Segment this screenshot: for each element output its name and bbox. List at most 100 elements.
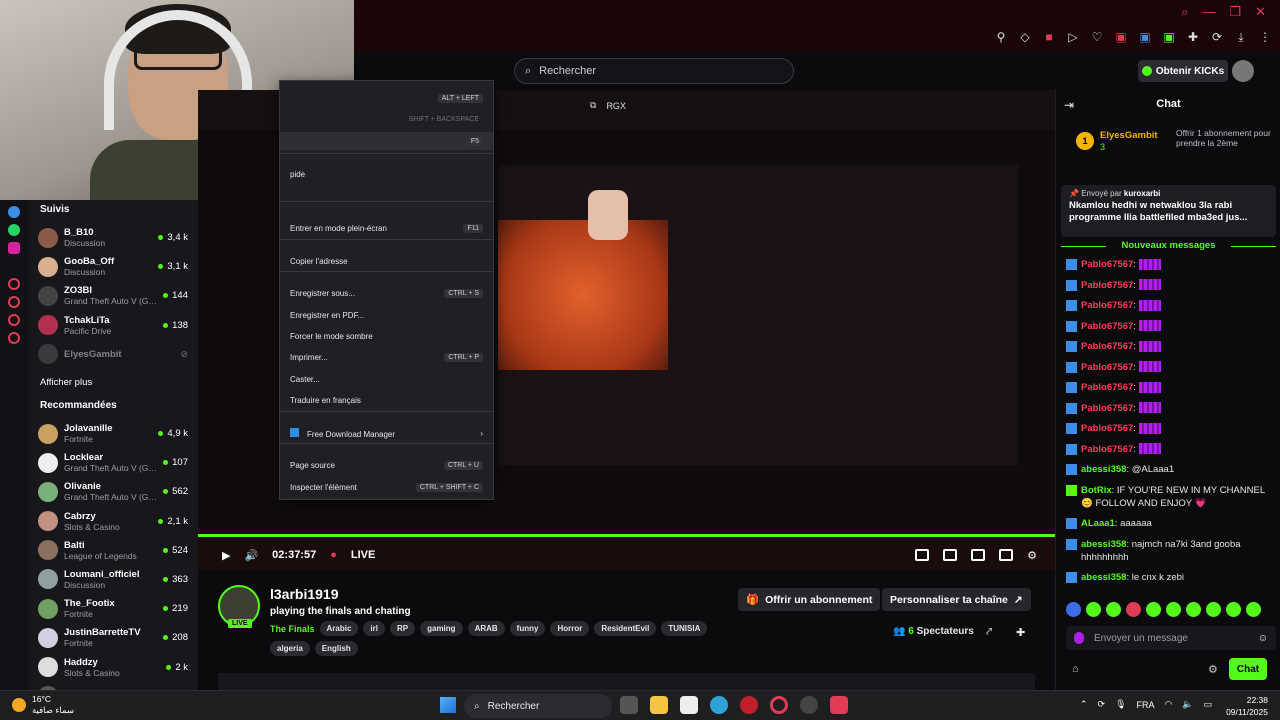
context-menu-item[interactable]: Enregistrer sous... CTRL + S — [290, 286, 483, 300]
sidebar-item[interactable]: Cabrzy Slots & Casino 2,1 k — [38, 507, 188, 536]
stream-tag[interactable]: ResidentEvil — [594, 621, 657, 636]
extension-icon[interactable]: ▣ — [1114, 30, 1128, 44]
customize-channel-button[interactable]: Personnaliser ta chaîne ↗ — [882, 588, 1031, 611]
share-icon[interactable]: ⤤ — [986, 626, 992, 639]
obtenir-kicks-button[interactable]: Obtenir KICKs — [1138, 60, 1228, 82]
pip-icon[interactable] — [915, 548, 930, 561]
search-icon[interactable]: ⌕ — [1181, 4, 1188, 20]
emote-icon[interactable] — [1066, 602, 1081, 617]
user-avatar[interactable] — [1232, 60, 1254, 82]
stream-tag[interactable]: TUNISIA — [661, 621, 708, 636]
stream-tag[interactable]: Horror — [550, 621, 590, 636]
chat-username[interactable]: Pablo67567 — [1081, 403, 1133, 414]
chat-username[interactable]: Pablo67567 — [1081, 341, 1133, 352]
volume-icon[interactable]: 🔈 — [1182, 699, 1193, 710]
emote-icon[interactable] — [1166, 602, 1181, 617]
theater-icon[interactable] — [971, 548, 986, 561]
puzzle-icon[interactable]: ✚ — [1186, 30, 1200, 44]
heart-icon[interactable]: ♡ — [1090, 30, 1104, 44]
context-menu-item[interactable]: Inspecter l'élément CTRL + SHIFT + C — [290, 480, 483, 494]
taskbar-search[interactable]: ⌕ Rechercher — [464, 694, 612, 718]
store-icon[interactable] — [680, 696, 698, 714]
extension-icon[interactable]: ▣ — [1162, 30, 1176, 44]
sidebar-item[interactable]: Loumani_officiel Discussion 363 — [38, 565, 188, 594]
sidebar-item[interactable]: TchakLiTa Pacific Drive 138 — [38, 311, 188, 340]
tag-icon[interactable]: ◇ — [1018, 30, 1032, 44]
play-icon[interactable]: ▶ — [222, 549, 230, 562]
download-icon[interactable]: ⤓ — [1234, 30, 1248, 44]
minimize-icon[interactable]: — — [1202, 4, 1215, 20]
gear-icon[interactable]: ⚙ — [1027, 549, 1037, 562]
chat-username[interactable]: abessi358 — [1081, 572, 1126, 583]
search-input[interactable]: ⌕ Rechercher — [514, 58, 794, 84]
chat-username[interactable]: abessi358 — [1081, 539, 1126, 550]
gift-sub-button[interactable]: 🎁 Offrir un abonnement — [738, 588, 881, 611]
steam-icon[interactable] — [800, 696, 818, 714]
chat-username[interactable]: Pablo67567 — [1081, 300, 1133, 311]
app-icon[interactable] — [830, 696, 848, 714]
follow-icon[interactable]: ✚ — [1016, 626, 1025, 639]
chat-input[interactable]: Envoyer un message ☺ — [1066, 626, 1276, 650]
chat-username[interactable]: abessi358 — [1081, 464, 1126, 475]
context-menu-item[interactable]: Traduire en français — [290, 393, 483, 407]
emote-icon[interactable] — [1186, 602, 1201, 617]
context-menu-item[interactable]: Free Download Manager › — [290, 426, 483, 440]
sidebar-item[interactable]: B_B10 Discussion 3,4 k — [38, 223, 188, 252]
emote-icon[interactable] — [1226, 602, 1241, 617]
stream-tag[interactable]: Arabic — [319, 621, 359, 636]
messenger-icon[interactable] — [8, 206, 20, 218]
stream-tag[interactable]: funny — [509, 621, 546, 636]
context-menu-item[interactable]: pide — [290, 167, 483, 181]
stream-tag[interactable]: gaming — [420, 621, 463, 636]
whatsapp-icon[interactable] — [8, 224, 20, 236]
chat-username[interactable]: ALaaa1 — [1081, 518, 1115, 529]
emote-icon[interactable] — [1206, 602, 1221, 617]
sync-icon[interactable]: ⟳ — [1098, 699, 1106, 710]
context-menu-item[interactable]: Page source CTRL + U — [290, 458, 483, 472]
context-menu-item[interactable]: Entrer en mode plein-écran F11 — [290, 221, 483, 235]
context-menu-item[interactable]: Enregistrer en PDF... — [290, 308, 483, 322]
context-menu-item[interactable]: Imprimer... CTRL + P — [290, 350, 483, 364]
battery-icon[interactable]: ▭ — [1204, 699, 1213, 710]
sidebar-item[interactable]: Balti League of Legends 524 — [38, 536, 188, 565]
windows-start-icon[interactable] — [440, 697, 456, 713]
sidebar-item[interactable]: Olivanie Grand Theft Auto V (G… 562 — [38, 477, 188, 506]
send-chat-button[interactable]: Chat — [1229, 658, 1267, 680]
stream-tag[interactable]: ARAB — [467, 621, 505, 636]
channel-name[interactable]: l3arbi1919 — [270, 586, 339, 602]
emote-icon[interactable] — [1146, 602, 1161, 617]
sidebar-item[interactable]: The_Footix Fortnite 219 — [38, 594, 188, 623]
pinned-by-user[interactable]: kuroxarbi — [1124, 189, 1160, 198]
shop-icon[interactable]: ⌂ — [1072, 663, 1079, 675]
extension-icon[interactable]: ▣ — [1138, 30, 1152, 44]
clock[interactable]: 22:38 09/11/2025 — [1226, 694, 1268, 718]
context-menu-item[interactable]: F5 — [280, 132, 493, 150]
edge-icon[interactable] — [710, 696, 728, 714]
weather-widget[interactable]: 16°C سماء صافية — [12, 694, 74, 716]
opera-icon[interactable] — [770, 696, 788, 714]
new-messages-divider[interactable]: Nouveaux messages — [1061, 240, 1276, 251]
sync-icon[interactable]: ⟳ — [1210, 30, 1224, 44]
shield-icon[interactable]: ■ — [1042, 30, 1056, 44]
chat-username[interactable]: Pablo67567 — [1081, 259, 1133, 270]
stream-tag[interactable]: algeria — [270, 641, 310, 656]
sidebar-item[interactable]: Haddzy Slots & Casino 2 k — [38, 652, 188, 681]
context-menu-item[interactable]: ALT + LEFT — [290, 91, 483, 105]
microphone-icon[interactable]: 🎙 — [1115, 699, 1126, 710]
video-progress-bar[interactable] — [198, 534, 1055, 537]
sidebar-item[interactable]: Locklear Grand Theft Auto V (G… 107 — [38, 448, 188, 477]
chevron-up-icon[interactable]: ⌃ — [1080, 699, 1088, 710]
chat-username[interactable]: Pablo67567 — [1081, 423, 1133, 434]
chat-icon[interactable] — [8, 314, 20, 326]
emoji-icon[interactable]: ☺ — [1258, 633, 1268, 644]
gifter-name[interactable]: ElyesGambit — [1100, 130, 1158, 141]
menu-icon[interactable]: ⋮ — [1258, 30, 1272, 44]
context-menu-item[interactable]: Copier l'adresse — [290, 254, 483, 268]
chat-username[interactable]: Pablo67567 — [1081, 321, 1133, 332]
volume-icon[interactable]: 🔊 — [244, 549, 258, 562]
wifi-icon[interactable]: ◠ — [1165, 699, 1173, 710]
chat-username[interactable]: BotRix — [1081, 485, 1112, 496]
category-link[interactable]: The Finals — [270, 624, 315, 634]
app-icon[interactable] — [740, 696, 758, 714]
play-icon[interactable]: ▷ — [1066, 30, 1080, 44]
